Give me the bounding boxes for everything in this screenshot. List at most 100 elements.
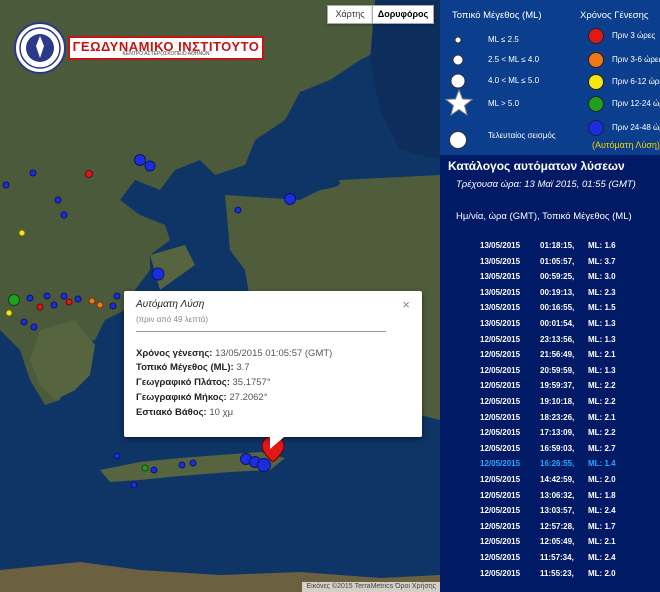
catalog-date: 12/05/2015 (480, 459, 521, 469)
catalog-row[interactable]: 12/05/2015 13:06:32, ML: 1.8 (480, 491, 616, 500)
catalog-time: 19:59:37, (540, 381, 575, 391)
legend-label: 2.5 < ML ≤ 4.0 (488, 55, 540, 64)
current-time: Τρέχουσα ώρα: 13 Μαϊ 2015, 01:55 (GMT) (456, 179, 636, 190)
catalog-row[interactable]: 12/05/2015 11:55:23, ML: 2.0 (480, 569, 616, 578)
catalog-row[interactable]: 12/05/2015 13:03:57, ML: 2.4 (480, 506, 616, 515)
quake-marker[interactable] (144, 160, 156, 172)
quake-marker[interactable] (60, 211, 68, 219)
quake-marker[interactable] (113, 452, 121, 460)
quake-marker[interactable] (109, 302, 117, 310)
quake-marker[interactable] (150, 466, 158, 474)
map-attribution[interactable]: Εικόνες ©2015 TerraMetrics Όροι Χρήσης (302, 582, 440, 592)
quake-marker[interactable] (26, 294, 34, 302)
catalog-row[interactable]: 12/05/2015 17:13:09, ML: 2.2 (480, 428, 616, 437)
popup-ago: (πριν από 49 λεπτά) (136, 315, 209, 324)
quake-marker[interactable] (20, 318, 28, 326)
longitude-value: 27.2062° (229, 392, 268, 403)
quake-marker[interactable] (8, 294, 20, 306)
latitude-row: Γεωγραφικό Πλάτος: 35.1757° (136, 377, 271, 388)
catalog-date: 12/05/2015 (480, 381, 521, 391)
catalog-time: 00:16:55, (540, 303, 575, 313)
map-view[interactable]: Χάρτης Δορυφόρος ΓΕΩΔΥΝΑΜΙΚΟ ΙΝΣΤΙΤΟΥΤΟ … (0, 0, 440, 592)
quake-marker[interactable] (29, 169, 37, 177)
catalog-row[interactable]: 12/05/2015 14:42:59, ML: 2.0 (480, 475, 616, 484)
catalog-time: 16:26:55, (540, 459, 575, 469)
quake-marker[interactable] (178, 461, 186, 469)
catalog-time: 23:13:56, (540, 334, 575, 344)
catalog-row[interactable]: 13/05/2015 00:19:13, ML: 2.3 (480, 288, 616, 297)
catalog-time: 20:59:59, (540, 365, 575, 375)
catalog-magnitude: ML: 2.4 (588, 506, 616, 516)
catalog-magnitude: ML: 3.0 (588, 272, 616, 282)
depth-label: Εστιακό Βάθος: (136, 407, 207, 418)
catalog-magnitude: ML: 2.1 (588, 350, 616, 360)
legend-age-label: Πριν 24-48 ώρες (612, 123, 660, 132)
catalog-date: 12/05/2015 (480, 428, 521, 438)
catalog-date: 12/05/2015 (480, 397, 521, 406)
catalog-date: 12/05/2015 (480, 506, 521, 516)
institute-subtitle: ΚΕΝΤΡΟ ΑΣΤΕΡΟΣΚΟΠΕΙΟ ΑΘΗΝΩΝ (122, 51, 210, 57)
circle-latest-icon (449, 131, 467, 149)
map-type-map-button[interactable]: Χάρτης (327, 5, 373, 24)
catalog-row[interactable]: 13/05/2015 00:01:54, ML: 1.3 (480, 319, 616, 328)
depth-row: Εστιακό Βάθος: 10 χμ (136, 407, 233, 418)
catalog-row[interactable]: 12/05/2015 12:05:49, ML: 2.1 (480, 537, 616, 546)
catalog-magnitude: ML: 2.1 (588, 537, 616, 547)
legend-age-label: Πριν 6-12 ώρες (612, 77, 660, 86)
catalog-row[interactable]: 12/05/2015 12:57:28, ML: 1.7 (480, 522, 616, 531)
catalog-row[interactable]: 13/05/2015 00:16:55, ML: 1.5 (480, 303, 616, 312)
quake-marker[interactable] (189, 459, 197, 467)
quake-marker[interactable] (96, 301, 104, 309)
close-icon[interactable]: × (402, 297, 410, 312)
catalog-row[interactable]: 12/05/2015 16:59:03, ML: 2.7 (480, 444, 616, 453)
quake-marker[interactable] (130, 481, 138, 489)
catalog-date: 12/05/2015 (480, 521, 521, 531)
quake-marker[interactable] (54, 196, 62, 204)
catalog-row[interactable]: 12/05/2015 21:56:49, ML: 2.1 (480, 350, 616, 359)
catalog-row[interactable]: 13/05/2015 01:18:15, ML: 1.6 (480, 241, 616, 250)
catalog-date: 12/05/2015 (480, 443, 521, 453)
catalog-time: 00:01:54, (540, 319, 575, 328)
catalog-time: 01:18:15, (540, 241, 575, 250)
catalog-magnitude: ML: 2.2 (588, 397, 616, 406)
auto-solution-note: (Αυτόματη Λύση) (592, 140, 660, 150)
quake-marker[interactable] (43, 292, 51, 300)
quake-marker[interactable] (85, 170, 93, 178)
quake-marker[interactable] (74, 295, 82, 303)
latitude-value: 35.1757° (232, 377, 271, 388)
catalog-time: 00:59:25, (540, 272, 575, 282)
catalog-row[interactable]: 13/05/2015 00:59:25, ML: 3.0 (480, 272, 616, 281)
catalog-date: 12/05/2015 (480, 350, 521, 360)
catalog-row[interactable]: 13/05/2015 01:05:57, ML: 3.7 (480, 257, 616, 266)
quake-marker[interactable] (88, 297, 96, 305)
quake-marker[interactable] (284, 193, 296, 205)
quake-marker[interactable] (30, 323, 38, 331)
quake-marker[interactable] (151, 267, 165, 281)
quake-marker[interactable] (50, 301, 58, 309)
quake-marker[interactable] (113, 292, 121, 300)
catalog-magnitude: ML: 2.0 (588, 475, 616, 484)
catalog-row[interactable]: 12/05/2015 19:59:37, ML: 2.2 (480, 381, 616, 390)
map-type-satellite-button[interactable]: Δορυφόρος (372, 5, 434, 24)
legend-label: Τελευταίος σεισμός (488, 131, 556, 140)
quake-marker[interactable] (18, 229, 26, 237)
institute-banner: ΓΕΩΔΥΝΑΜΙΚΟ ΙΝΣΤΙΤΟΥΤΟ ΚΕΝΤΡΟ ΑΣΤΕΡΟΣΚΟΠ… (68, 36, 264, 60)
quake-marker[interactable] (2, 181, 10, 189)
catalog-row[interactable]: 12/05/2015 23:13:56, ML: 1.3 (480, 335, 616, 344)
quake-marker[interactable] (141, 464, 149, 472)
legend-age-label: Πριν 3 ώρες (612, 31, 656, 40)
quake-marker[interactable] (36, 303, 44, 311)
institute-seal-icon (14, 22, 66, 74)
catalog-row[interactable]: 12/05/2015 18:23:26, ML: 2.1 (480, 413, 616, 422)
catalog-magnitude: ML: 2.3 (588, 287, 616, 297)
quake-marker[interactable] (65, 298, 73, 306)
catalog-row[interactable]: 12/05/2015 11:57:34, ML: 2.4 (480, 553, 616, 562)
catalog-row[interactable]: 12/05/2015 16:26:55, ML: 1.4 (480, 459, 616, 468)
catalog-row[interactable]: 12/05/2015 19:10:18, ML: 2.2 (480, 397, 616, 406)
quake-marker[interactable] (5, 309, 13, 317)
quake-marker[interactable] (234, 206, 242, 214)
catalog-row[interactable]: 12/05/2015 20:59:59, ML: 1.3 (480, 366, 616, 375)
catalog-magnitude: ML: 1.3 (588, 334, 616, 344)
catalog-date: 12/05/2015 (480, 365, 521, 375)
catalog-date: 12/05/2015 (480, 568, 521, 578)
